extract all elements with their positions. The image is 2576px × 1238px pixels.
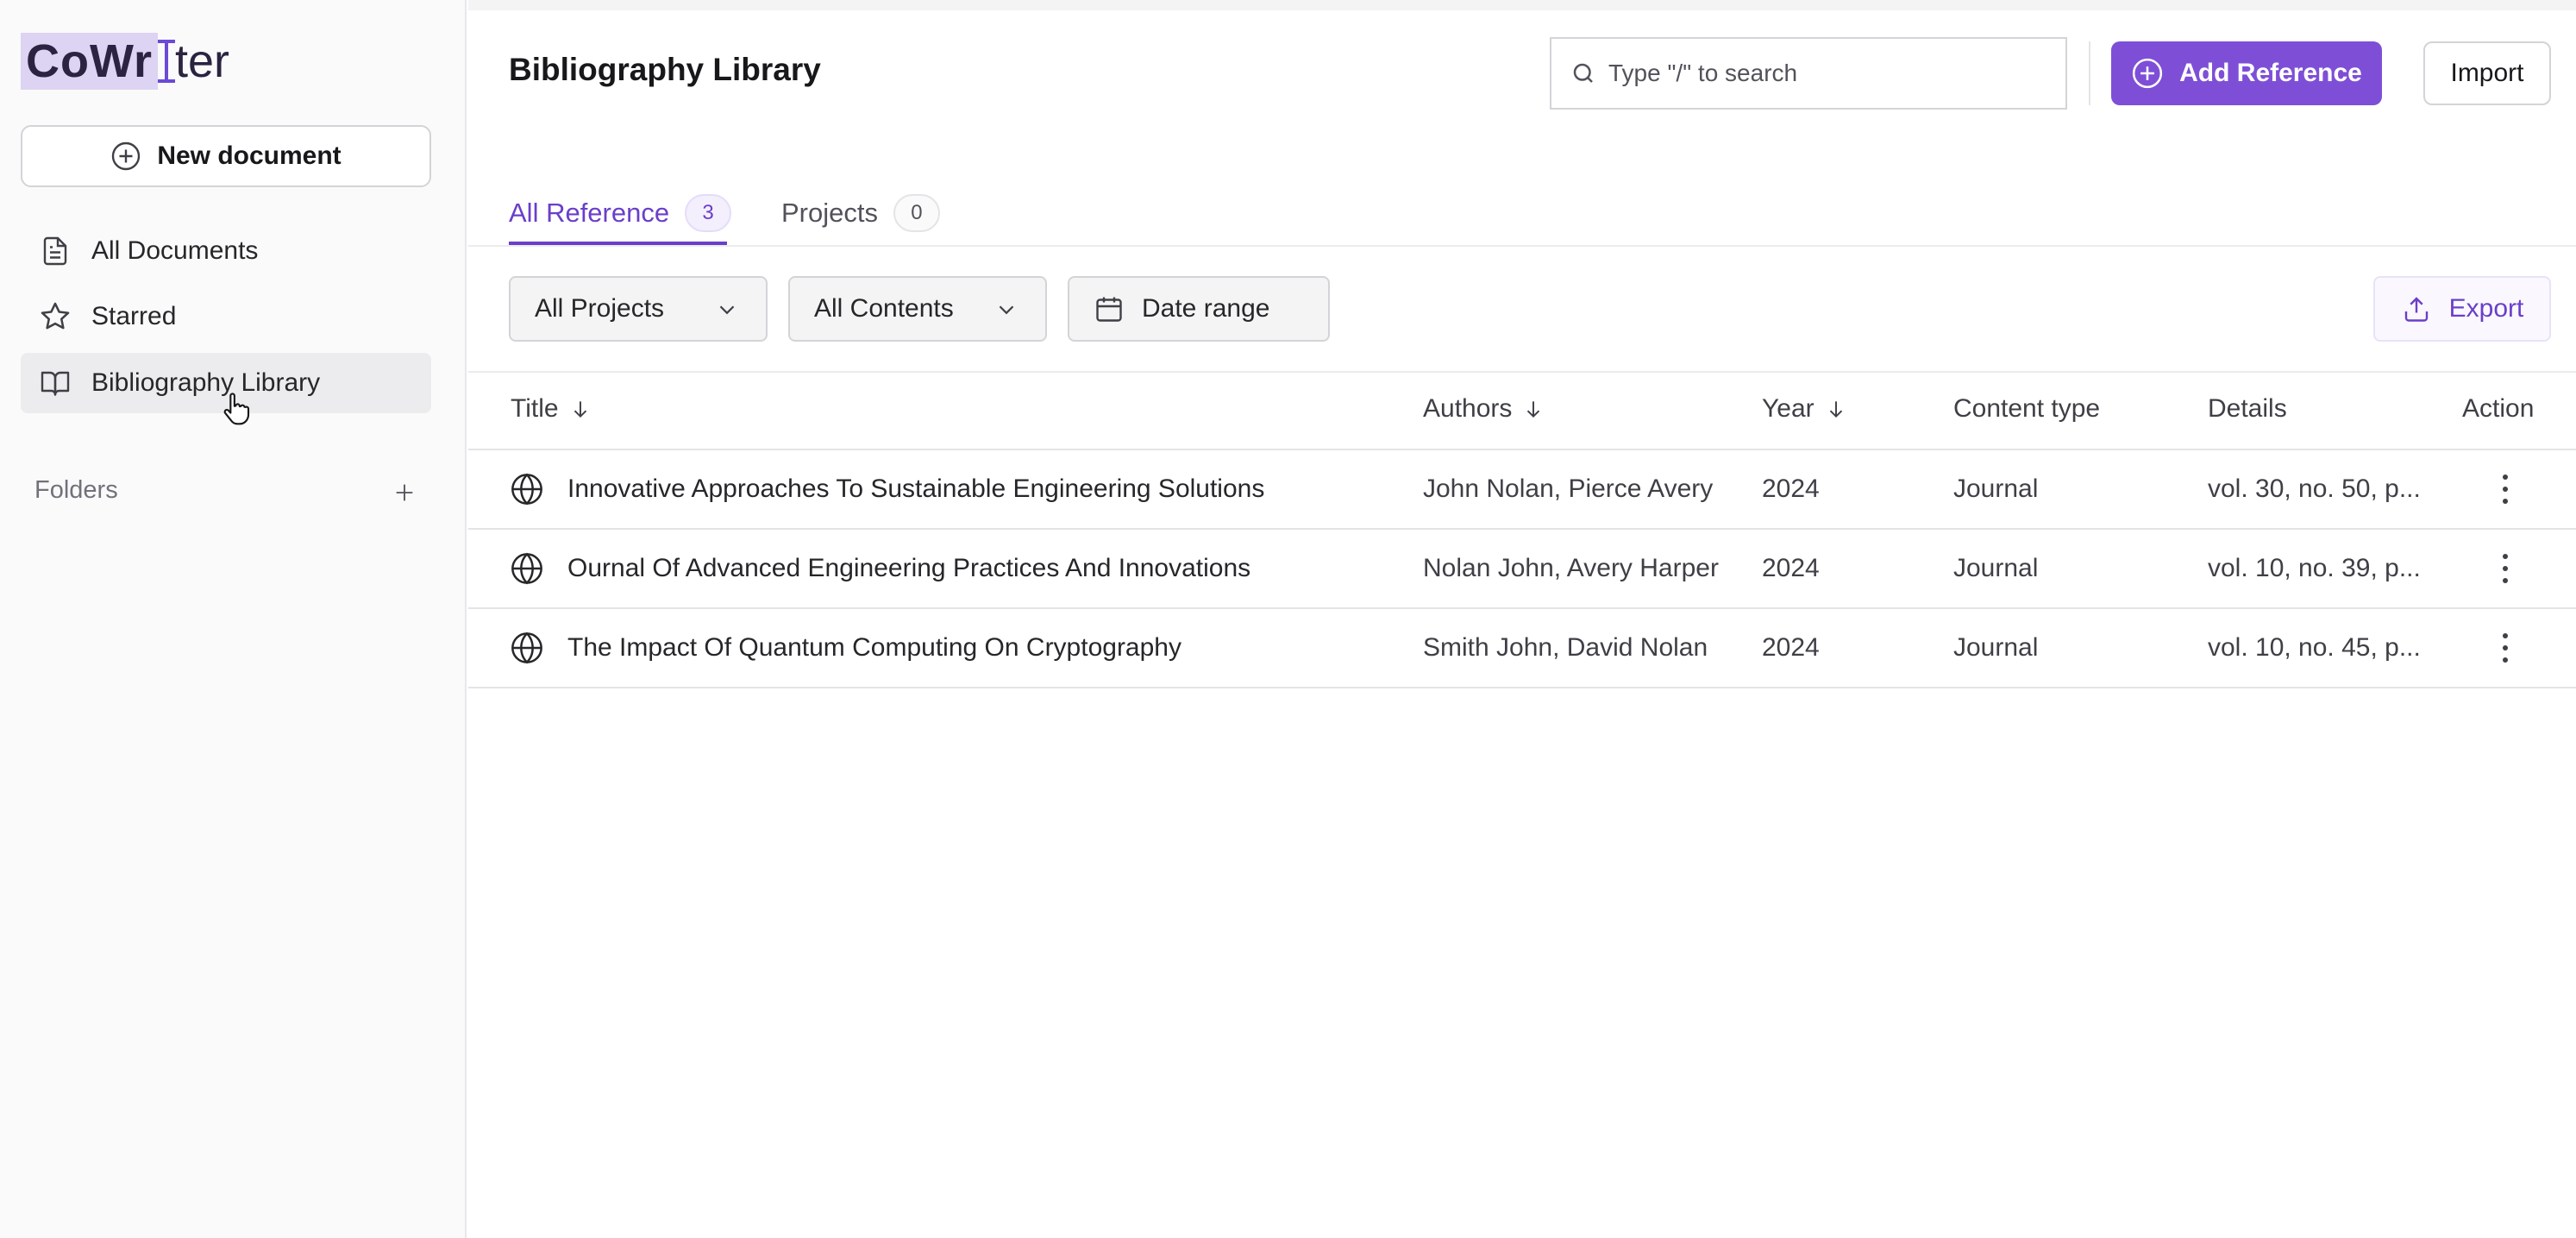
tab-projects[interactable]: Projects 0 [781, 181, 940, 245]
chevron-down-icon [719, 305, 735, 315]
sidebar-item-all-documents[interactable]: All Documents [21, 221, 431, 281]
page-title: Bibliography Library [509, 52, 821, 87]
logo-highlight-text: CoWr [21, 33, 158, 90]
sort-arrow-down-icon [1829, 401, 1842, 418]
plus-circle-icon [2133, 58, 2163, 89]
plus-circle-icon [112, 141, 141, 171]
reference-title[interactable]: Ournal Of Advanced Engineering Practices… [567, 530, 1250, 607]
search-placeholder: Type "/" to search [1608, 60, 1798, 86]
reference-authors: Nolan John, Avery Harper [1423, 554, 1719, 582]
app-logo[interactable]: CoWr ter [21, 29, 229, 93]
table-row[interactable]: The Impact Of Quantum Computing On Crypt… [468, 609, 2576, 688]
projects-filter-value: All Projects [535, 294, 665, 323]
date-range-label: Date range [1142, 294, 1270, 323]
star-icon [36, 300, 74, 333]
column-header-label: Title [511, 394, 559, 423]
more-actions-icon[interactable] [2499, 474, 2511, 504]
sidebar: CoWr ter New document All Documents Star… [0, 0, 467, 1238]
reference-content-type: Journal [1953, 474, 2039, 503]
sidebar-item-starred[interactable]: Starred [21, 286, 431, 347]
calendar-icon [1094, 293, 1125, 324]
top-strip [468, 0, 2576, 10]
import-label: Import [2450, 59, 2524, 87]
column-header-year[interactable]: Year [1762, 390, 1847, 428]
column-header-details: Details [2208, 390, 2287, 428]
import-button[interactable]: Import [2423, 41, 2551, 105]
table-row[interactable]: Innovative Approaches To Sustainable Eng… [468, 450, 2576, 530]
sidebar-item-label: Bibliography Library [91, 368, 321, 397]
more-actions-icon[interactable] [2499, 633, 2511, 663]
tab-count-badge: 3 [685, 194, 732, 232]
projects-filter-select[interactable]: All Projects [509, 276, 768, 342]
filters-divider [468, 371, 2576, 373]
text-cursor-icon [158, 40, 175, 83]
reference-content-type: Journal [1953, 554, 2039, 582]
upload-icon [2404, 297, 2428, 322]
tab-label: All Reference [509, 198, 670, 228]
tabs-divider [468, 245, 2576, 247]
reference-title[interactable]: Innovative Approaches To Sustainable Eng… [567, 450, 1264, 528]
reference-year: 2024 [1762, 554, 1820, 582]
search-input[interactable]: Type "/" to search [1550, 37, 2067, 110]
export-button[interactable]: Export [2373, 276, 2551, 342]
tab-label: Projects [781, 198, 878, 228]
column-header-title[interactable]: Title [511, 390, 592, 428]
table-row[interactable]: Ournal Of Advanced Engineering Practices… [468, 530, 2576, 609]
date-range-picker[interactable]: Date range [1068, 276, 1330, 342]
reference-details: vol. 30, no. 50, p... [2208, 474, 2421, 503]
sidebar-item-label: Starred [91, 302, 177, 330]
reference-authors: John Nolan, Pierce Avery [1423, 474, 1714, 503]
column-header-authors[interactable]: Authors [1423, 390, 1545, 428]
column-header-label: Details [2208, 394, 2287, 423]
logo-rest-text: ter [175, 35, 230, 87]
column-header-action: Action [2462, 390, 2534, 428]
globe-icon [511, 473, 542, 506]
sort-arrow-down-icon [1527, 401, 1540, 418]
search-icon [1573, 63, 1593, 83]
column-header-content-type: Content type [1953, 390, 2100, 428]
reference-content-type: Journal [1953, 633, 2039, 662]
globe-icon [511, 632, 542, 664]
header-divider [2089, 41, 2090, 105]
tab-all-reference[interactable]: All Reference 3 [509, 181, 732, 245]
contents-filter-value: All Contents [814, 294, 954, 323]
reference-details: vol. 10, no. 39, p... [2208, 554, 2421, 582]
column-header-label: Content type [1953, 394, 2101, 423]
globe-icon [511, 552, 542, 585]
chevron-down-icon [999, 305, 1014, 315]
more-actions-icon[interactable] [2499, 554, 2511, 583]
add-folder-icon[interactable] [388, 476, 421, 509]
hand-cursor-icon [223, 393, 250, 425]
reference-authors: Smith John, David Nolan [1423, 633, 1708, 662]
add-reference-button[interactable]: Add Reference [2111, 41, 2382, 105]
book-icon [36, 368, 74, 399]
document-icon [36, 235, 74, 267]
column-header-label: Year [1762, 394, 1814, 423]
new-document-label: New document [157, 141, 342, 170]
reference-title[interactable]: The Impact Of Quantum Computing On Crypt… [567, 609, 1181, 687]
sidebar-item-label: All Documents [91, 236, 259, 265]
folders-heading: Folders [34, 476, 118, 504]
reference-year: 2024 [1762, 474, 1820, 503]
column-header-label: Action [2462, 394, 2535, 423]
reference-details: vol. 10, no. 45, p... [2208, 633, 2421, 662]
contents-filter-select[interactable]: All Contents [788, 276, 1047, 342]
column-header-label: Authors [1423, 394, 1513, 423]
export-label: Export [2448, 294, 2524, 323]
tab-count-badge: 0 [893, 194, 940, 232]
reference-year: 2024 [1762, 633, 1820, 662]
new-document-button[interactable]: New document [21, 125, 431, 187]
add-reference-label: Add Reference [2179, 59, 2362, 87]
sort-arrow-down-icon [573, 401, 586, 418]
